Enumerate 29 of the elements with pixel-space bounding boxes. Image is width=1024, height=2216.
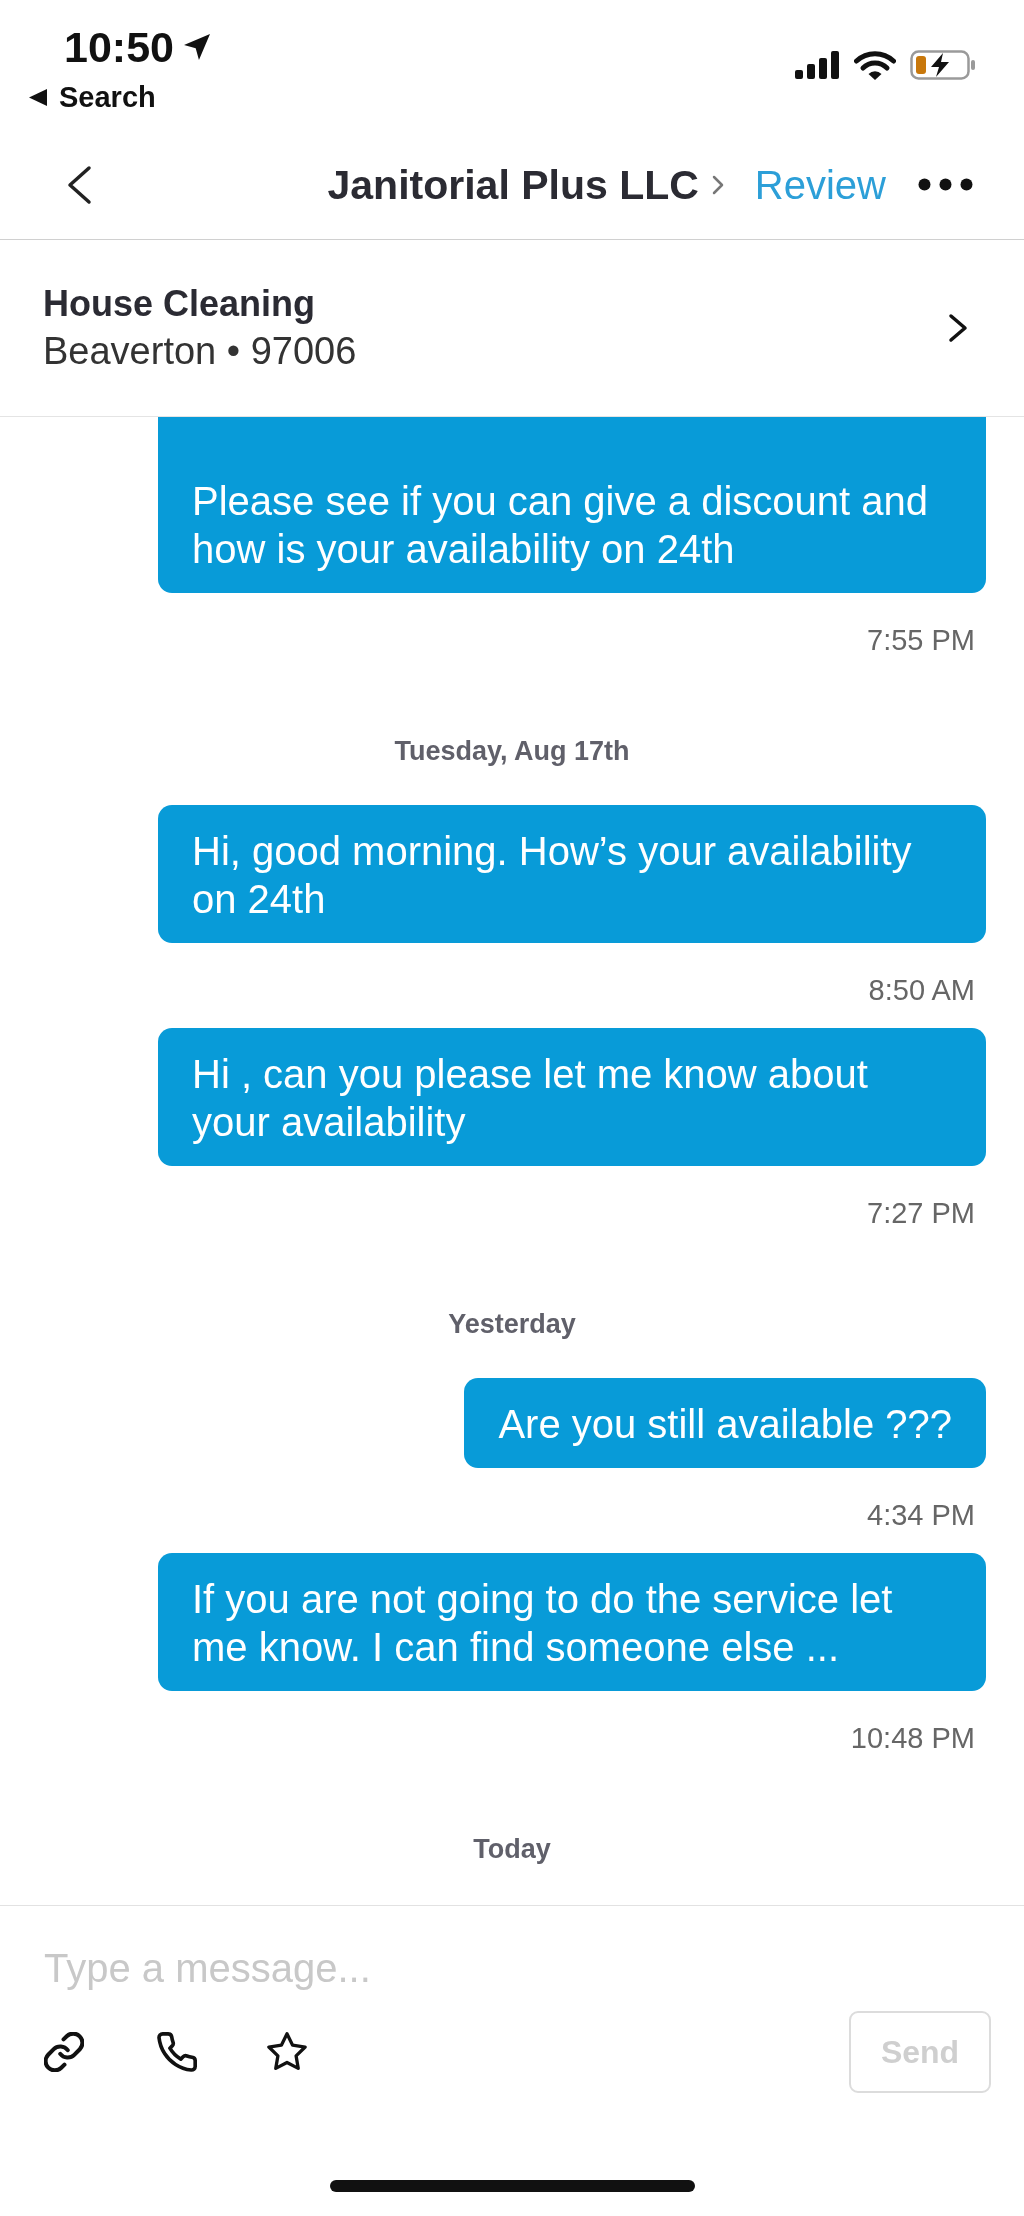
job-location: Beaverton • 97006 bbox=[43, 329, 357, 374]
message-bubble: If you are not going to do the service let me know. I can find someone else ... bbox=[158, 1553, 986, 1691]
battery-charging-icon bbox=[910, 50, 976, 80]
message-time: 7:55 PM bbox=[867, 623, 975, 658]
chevron-right-icon[interactable] bbox=[947, 313, 969, 343]
date-separator: Today bbox=[473, 1833, 551, 1866]
clock-time: 10:50 bbox=[64, 26, 174, 68]
signal-icon bbox=[795, 51, 840, 79]
message-time: 8:50 AM bbox=[868, 973, 975, 1008]
message-time: 7:27 PM bbox=[867, 1196, 975, 1231]
message-bubble: Please see if you can give a discount and how is your availability on 24th bbox=[158, 417, 986, 593]
message-bubble: Hi , can you please let me know about your availability bbox=[158, 1028, 986, 1166]
wifi-icon bbox=[854, 50, 896, 80]
message-bubble: Hi, good morning. How’s your availability on 24th bbox=[158, 805, 986, 943]
location-arrow-icon bbox=[184, 34, 210, 60]
date-separator: Tuesday, Aug 17th bbox=[394, 735, 630, 768]
date-separator: Yesterday bbox=[448, 1308, 576, 1341]
job-title: House Cleaning bbox=[43, 282, 316, 326]
back-triangle-icon[interactable] bbox=[29, 88, 47, 106]
link-icon[interactable] bbox=[44, 2032, 84, 2072]
back-chevron-icon[interactable] bbox=[65, 164, 93, 205]
more-icon[interactable] bbox=[918, 178, 973, 191]
phone-icon[interactable] bbox=[157, 2032, 197, 2072]
message-bubble: Are you still available ??? bbox=[464, 1378, 986, 1468]
star-icon[interactable] bbox=[267, 2032, 307, 2072]
message-time: 10:48 PM bbox=[850, 1721, 975, 1756]
back-to-search-link[interactable]: Search bbox=[59, 82, 156, 112]
business-name[interactable]: Janitorial Plus LLC bbox=[327, 159, 699, 210]
message-time: 4:34 PM bbox=[867, 1498, 975, 1533]
